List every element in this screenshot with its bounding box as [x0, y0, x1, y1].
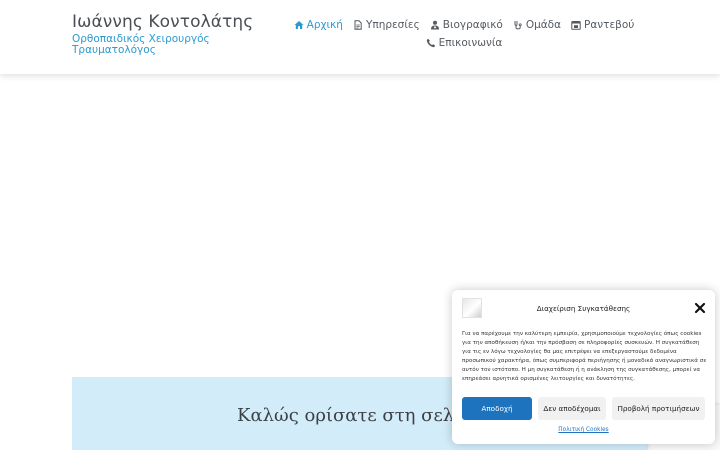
close-icon[interactable]	[694, 302, 706, 314]
nav-row-1: Αρχική Υπηρεσίες Βιογραφικό Ομάδα Ραντεβ…	[294, 16, 634, 34]
nav-row-2: Επικοινωνία	[296, 34, 632, 52]
nav-item-cv[interactable]: Βιογραφικό	[430, 19, 503, 31]
page: Ιωάννης Κοντολάτης Ορθοπαιδικός Χειρουργ…	[0, 0, 720, 450]
nav-item-label: Ραντεβού	[584, 19, 635, 31]
consent-message: Για να παρέχουμε την καλύτερη εμπειρία, …	[462, 331, 707, 382]
site-tagline: Ορθοπαιδικός Χειρουργός Τραυματολόγος	[72, 34, 210, 56]
nav-item-label: Βιογραφικό	[442, 19, 503, 31]
nav-item-home[interactable]: Αρχική	[294, 19, 343, 31]
file-icon	[354, 20, 362, 30]
cookie-policy-link[interactable]: Πολιτική Cookies	[452, 427, 715, 433]
consent-title: Διαχείριση Συγκατάθεσης	[536, 304, 631, 313]
user-doctor-icon	[430, 20, 439, 30]
nav-item-label: Ομάδα	[525, 19, 562, 31]
phone-icon	[426, 38, 435, 48]
nav-item-appointment[interactable]: Ραντεβού	[571, 19, 634, 31]
nav-item-contact[interactable]: Επικοινωνία	[426, 37, 503, 49]
site-header: Ιωάννης Κοντολάτης Ορθοπαιδικός Χειρουργ…	[0, 0, 720, 74]
site-title[interactable]: Ιωάννης Κοντολάτης	[72, 12, 253, 32]
home-icon	[294, 21, 304, 29]
accept-button[interactable]: Αποδοχή	[462, 397, 532, 420]
tagline-line-2: Τραυματολόγος	[72, 44, 156, 56]
deny-button[interactable]: Δεν αποδέχομαι	[538, 397, 606, 420]
nav-item-label: Υπηρεσίες	[365, 19, 420, 31]
view-preferences-button[interactable]: Προβολή προτιμήσεων	[612, 397, 705, 420]
stethoscope-icon	[514, 21, 522, 30]
nav-item-services[interactable]: Υπηρεσίες	[353, 19, 420, 31]
nav-item-team[interactable]: Ομάδα	[513, 19, 561, 31]
cookie-consent-dialog: Διαχείριση Συγκατάθεσης Για να παρέχουμε…	[452, 290, 715, 444]
main-nav: Αρχική Υπηρεσίες Βιογραφικό Ομάδα Ραντεβ…	[294, 16, 634, 52]
calendar-icon	[571, 21, 581, 30]
nav-item-label: Αρχική	[306, 19, 343, 31]
nav-item-label: Επικοινωνία	[438, 37, 503, 49]
